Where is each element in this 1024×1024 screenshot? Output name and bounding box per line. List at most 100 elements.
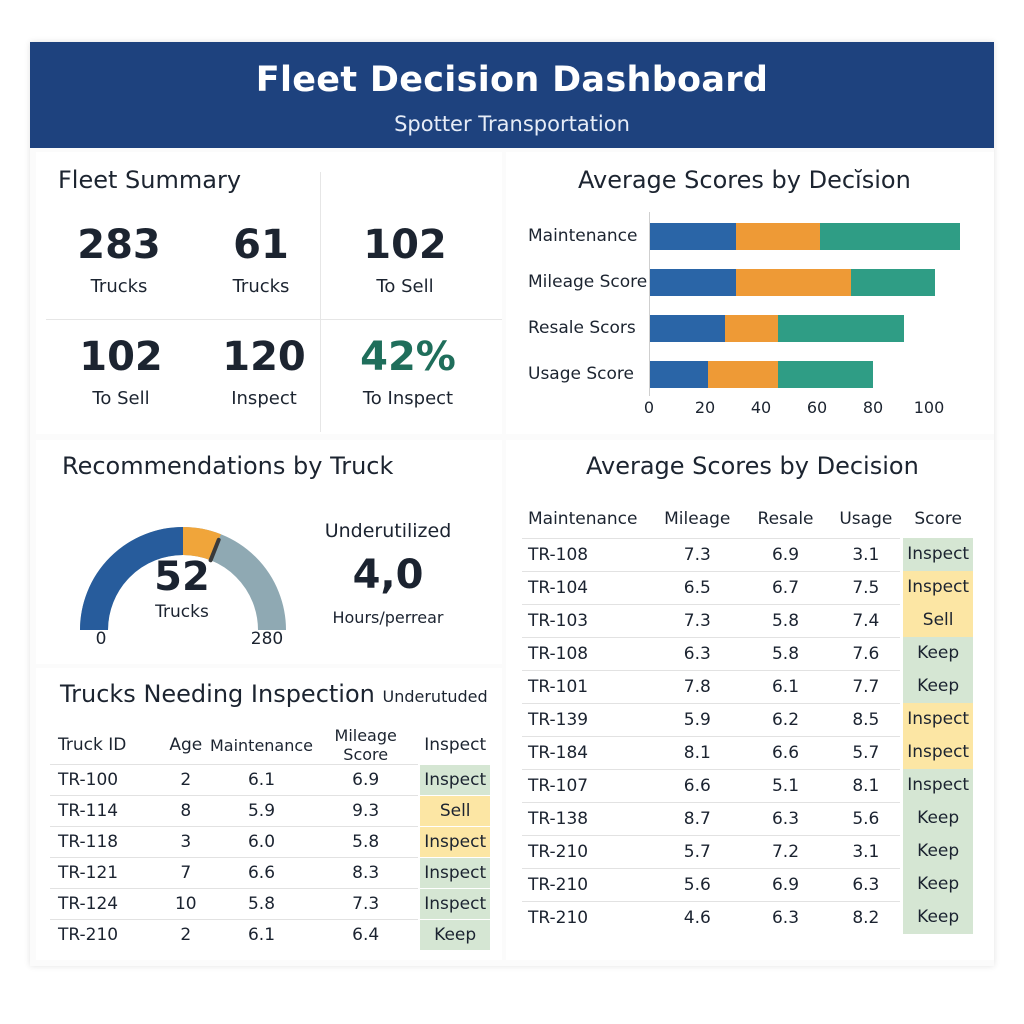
score-cell: Sell: [900, 604, 976, 637]
recommendation-cell: Inspect: [418, 827, 492, 858]
table-row[interactable]: TR-104 6.5 6.7 7.5 Inspect: [522, 570, 976, 604]
bar-segment: [735, 269, 851, 296]
truck-id-cell: TR-104: [522, 570, 655, 604]
table-row[interactable]: TR-107 6.6 5.1 8.1 Inspect: [522, 768, 976, 802]
avg-scores-chart: Maintenance Mileage Score Resale Scors Usag…: [506, 152, 994, 434]
score-cell: Inspect: [900, 769, 976, 802]
score-badge: Inspect: [903, 703, 974, 736]
truck-id-cell: TR-124: [50, 888, 162, 920]
mileage-cell: 6.3: [654, 636, 740, 670]
recommendation-cell: Sell: [418, 796, 492, 827]
bar-segment: [819, 223, 960, 250]
score-badge: Inspect: [903, 769, 974, 802]
category-label: Usage Score: [528, 364, 634, 384]
mileage-cell: 6.5: [654, 570, 740, 604]
table-row[interactable]: TR-210 2 6.1 6.4 Keep: [50, 919, 492, 951]
col-mileage: Mileage: [664, 508, 731, 529]
table-row[interactable]: TR-139 5.9 6.2 8.5 Inspect: [522, 702, 976, 736]
table-row[interactable]: TR-108 6.3 5.8 7.6 Keep: [522, 636, 976, 670]
col-age: Age: [169, 735, 203, 755]
maintenance-cell: 6.1: [209, 919, 314, 951]
x-tick-label: 20: [694, 398, 716, 417]
inspection-title-main: Trucks Needing Inspection: [60, 680, 375, 708]
mileage-cell: 7.8: [654, 669, 740, 703]
score-cell: Inspect: [900, 736, 976, 769]
x-tick-label: 0: [643, 398, 655, 417]
truck-id-cell: TR-210: [522, 867, 655, 901]
score-badge: Inspect: [903, 571, 974, 604]
resale-cell: 5.8: [739, 636, 832, 670]
maintenance-cell: 6.1: [209, 764, 314, 796]
underutilized-value: 4,0: [352, 552, 424, 598]
gauge-min-label: 0: [95, 629, 107, 649]
recommendation-badge: Sell: [420, 796, 491, 826]
usage-cell: 8.1: [831, 768, 901, 802]
kpi-value: 120: [222, 334, 306, 380]
col-mileage-score: Mileage Score: [334, 726, 397, 764]
resale-cell: 6.3: [739, 900, 832, 934]
usage-cell: 7.4: [831, 603, 901, 637]
table-row[interactable]: TR-103 7.3 5.8 7.4 Sell: [522, 603, 976, 637]
gauge-unit: Trucks: [155, 602, 209, 622]
inspection-card: Trucks Needing Inspection Underutuded Tr…: [36, 668, 502, 960]
recommendation-cell: Inspect: [418, 889, 492, 920]
age-cell: 7: [161, 857, 210, 889]
maintenance-cell: 6.0: [209, 826, 314, 858]
category-label: Maintenance: [528, 226, 638, 246]
table-row[interactable]: TR-138 8.7 6.3 5.6 Keep: [522, 801, 976, 835]
score-cell: Keep: [900, 802, 976, 835]
age-cell: 8: [161, 795, 210, 827]
table-row[interactable]: TR-124 10 5.8 7.3 Inspect: [50, 888, 492, 920]
inspection-title: Trucks Needing Inspection Underutuded: [60, 680, 488, 708]
truck-id-cell: TR-114: [50, 795, 162, 827]
table-row[interactable]: TR-121 7 6.6 8.3 Inspect: [50, 857, 492, 889]
resale-cell: 6.3: [739, 801, 832, 835]
recommendations-card: Recommendations by Truck 52 Trucks 0 280…: [36, 440, 502, 664]
score-badge: Keep: [903, 802, 974, 835]
truck-id-cell: TR-107: [522, 768, 655, 802]
table-row[interactable]: TR-100 2 6.1 6.9 Inspect: [50, 764, 492, 796]
truck-id-cell: TR-118: [50, 826, 162, 858]
table-row[interactable]: TR-210 4.6 6.3 8.2 Keep: [522, 900, 976, 934]
recommendation-badge: Inspect: [420, 765, 491, 795]
usage-cell: 8.2: [831, 900, 901, 934]
truck-id-cell: TR-108: [522, 537, 655, 571]
usage-cell: 3.1: [831, 834, 901, 868]
truck-id-cell: TR-184: [522, 735, 655, 769]
x-axis-line: [649, 212, 650, 396]
x-tick-label: 40: [750, 398, 772, 417]
mileage-score-cell: 6.4: [313, 919, 419, 951]
mileage-score-cell: 5.8: [313, 826, 419, 858]
table-row[interactable]: TR-210 5.6 6.9 6.3 Keep: [522, 867, 976, 901]
fleet-summary-card: Fleet Summary 283 Trucks 61 Trucks 102 T…: [36, 152, 502, 434]
category-label: Resale Scors: [528, 318, 636, 338]
resale-cell: 5.1: [739, 768, 832, 802]
kpi-label: To Inspect: [362, 388, 454, 409]
recommendation-badge: Inspect: [420, 827, 491, 857]
score-cell: Keep: [900, 835, 976, 868]
usage-cell: 5.7: [831, 735, 901, 769]
mileage-cell: 7.3: [654, 537, 740, 571]
table-row[interactable]: TR-118 3 6.0 5.8 Inspect: [50, 826, 492, 858]
recommendations-title: Recommendations by Truck: [62, 452, 394, 480]
score-cell: Keep: [900, 901, 976, 934]
maintenance-cell: 5.9: [209, 795, 314, 827]
table-row[interactable]: TR-101 7.8 6.1 7.7 Keep: [522, 669, 976, 703]
score-badge: Inspect: [903, 736, 974, 769]
gauge-value: 52: [154, 554, 210, 600]
table-row[interactable]: TR-108 7.3 6.9 3.1 Inspect: [522, 537, 976, 571]
score-badge: Keep: [903, 901, 974, 934]
kpi-label: To Sell: [376, 276, 434, 297]
table-row[interactable]: TR-114 8 5.9 9.3 Sell: [50, 795, 492, 827]
mileage-cell: 5.9: [654, 702, 740, 736]
table-row[interactable]: TR-210 5.7 7.2 3.1 Keep: [522, 834, 976, 868]
table-row[interactable]: TR-184 8.1 6.6 5.7 Inspect: [522, 735, 976, 769]
kpi-label: Trucks: [90, 276, 148, 297]
resale-cell: 6.7: [739, 570, 832, 604]
age-cell: 3: [161, 826, 210, 858]
mileage-cell: 8.7: [654, 801, 740, 835]
score-cell: Keep: [900, 670, 976, 703]
usage-cell: 3.1: [831, 537, 901, 571]
bar-segment: [735, 223, 820, 250]
underutilized-label: Underutilized: [324, 520, 452, 542]
